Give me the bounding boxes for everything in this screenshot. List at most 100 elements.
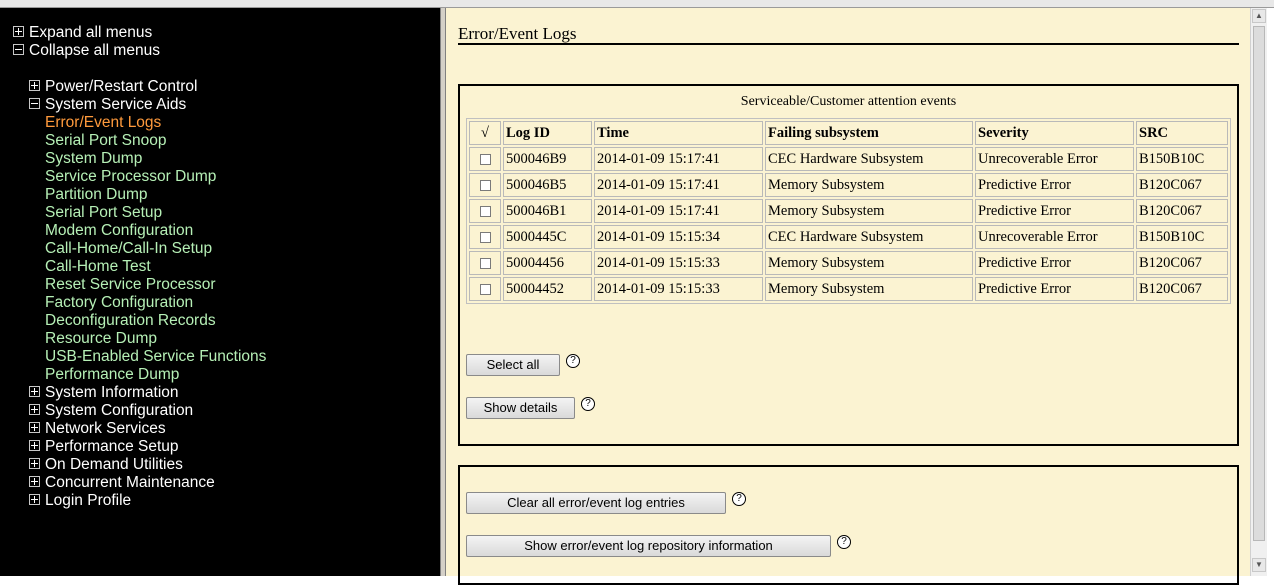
log-id-cell: 500046B5 bbox=[503, 173, 592, 197]
select-column-header[interactable]: √ bbox=[469, 121, 501, 145]
row-checkbox-cell bbox=[469, 251, 501, 275]
row-checkbox-cell bbox=[469, 199, 501, 223]
window-right-edge bbox=[1267, 8, 1274, 576]
row-checkbox[interactable] bbox=[479, 257, 491, 269]
row-checkbox-cell bbox=[469, 225, 501, 249]
table-header-row: √ Log ID Time Failing subsystem Severity… bbox=[469, 121, 1228, 145]
severity-cell: Predictive Error bbox=[975, 251, 1134, 275]
severity-cell: Predictive Error bbox=[975, 173, 1134, 197]
expand-all-menus-link[interactable]: Expand all menus bbox=[13, 24, 152, 42]
menu-system-information[interactable]: System Information bbox=[29, 384, 179, 402]
menu-performance-setup[interactable]: Performance Setup bbox=[29, 438, 179, 456]
severity-cell: Predictive Error bbox=[975, 277, 1134, 301]
time-cell: 2014-01-09 15:15:33 bbox=[594, 251, 763, 275]
submenu-factory-configuration[interactable]: Factory Configuration bbox=[45, 294, 193, 312]
submenu-serial-port-snoop[interactable]: Serial Port Snoop bbox=[45, 132, 167, 150]
time-cell: 2014-01-09 15:15:34 bbox=[594, 225, 763, 249]
column-header-src: SRC bbox=[1136, 121, 1228, 145]
menu-power-restart-control[interactable]: Power/Restart Control bbox=[29, 78, 197, 96]
menu-network-services[interactable]: Network Services bbox=[29, 420, 166, 438]
submenu-partition-dump[interactable]: Partition Dump bbox=[45, 186, 148, 204]
failing-subsystem-cell: CEC Hardware Subsystem bbox=[765, 147, 973, 171]
help-icon[interactable]: ? bbox=[732, 492, 746, 506]
table-row: 500046B1 2014-01-09 15:17:41 Memory Subs… bbox=[469, 199, 1228, 223]
clear-all-log-entries-button[interactable]: Clear all error/event log entries bbox=[466, 492, 726, 514]
submenu-call-home-test[interactable]: Call-Home Test bbox=[45, 258, 151, 276]
menu-label: Login Profile bbox=[45, 492, 132, 509]
log-id-cell: 500046B9 bbox=[503, 147, 592, 171]
time-cell: 2014-01-09 15:17:41 bbox=[594, 199, 763, 223]
time-cell: 2014-01-09 15:17:41 bbox=[594, 147, 763, 171]
collapse-all-menus-link[interactable]: Collapse all menus bbox=[13, 42, 160, 60]
menu-system-service-aids[interactable]: System Service Aids bbox=[29, 96, 186, 114]
scrollbar-thumb[interactable] bbox=[1253, 26, 1265, 541]
show-log-repository-button[interactable]: Show error/event log repository informat… bbox=[466, 535, 831, 557]
menu-label: System Service Aids bbox=[45, 96, 187, 113]
src-cell: B150B10C bbox=[1136, 147, 1228, 171]
menu-label: System Configuration bbox=[45, 402, 194, 419]
failing-subsystem-cell: CEC Hardware Subsystem bbox=[765, 225, 973, 249]
window-top-border bbox=[0, 0, 1274, 8]
submenu-resource-dump[interactable]: Resource Dump bbox=[45, 330, 157, 348]
row-checkbox-cell bbox=[469, 173, 501, 197]
src-cell: B120C067 bbox=[1136, 277, 1228, 301]
row-checkbox[interactable] bbox=[479, 179, 491, 191]
help-icon[interactable]: ? bbox=[566, 354, 580, 368]
submenu-system-dump[interactable]: System Dump bbox=[45, 150, 142, 168]
minus-icon bbox=[13, 44, 24, 55]
events-caption: Serviceable/Customer attention events bbox=[740, 94, 957, 109]
plus-icon bbox=[29, 386, 40, 397]
help-icon[interactable]: ? bbox=[581, 397, 595, 411]
plus-icon bbox=[29, 458, 40, 469]
src-cell: B150B10C bbox=[1136, 225, 1228, 249]
row-checkbox-cell bbox=[469, 147, 501, 171]
column-header-failing-subsystem: Failing subsystem bbox=[765, 121, 973, 145]
table-row: 50004456 2014-01-09 15:15:33 Memory Subs… bbox=[469, 251, 1228, 275]
log-actions-panel: Clear all error/event log entries ? Show… bbox=[458, 465, 1239, 585]
row-checkbox[interactable] bbox=[479, 153, 491, 165]
collapse-all-label: Collapse all menus bbox=[29, 42, 160, 59]
menu-on-demand-utilities[interactable]: On Demand Utilities bbox=[29, 456, 183, 474]
vertical-scrollbar[interactable]: ▲ ▼ bbox=[1250, 8, 1267, 576]
column-header-log-id: Log ID bbox=[503, 121, 592, 145]
submenu-deconfiguration-records[interactable]: Deconfiguration Records bbox=[45, 312, 216, 330]
show-details-button[interactable]: Show details bbox=[466, 397, 575, 419]
submenu-modem-configuration[interactable]: Modem Configuration bbox=[45, 222, 193, 240]
minus-icon bbox=[29, 98, 40, 109]
time-cell: 2014-01-09 15:15:33 bbox=[594, 277, 763, 301]
table-row: 500046B5 2014-01-09 15:17:41 Memory Subs… bbox=[469, 173, 1228, 197]
row-checkbox[interactable] bbox=[479, 231, 491, 243]
submenu-serial-port-setup[interactable]: Serial Port Setup bbox=[45, 204, 162, 222]
title-divider bbox=[458, 43, 1239, 45]
submenu-reset-service-processor[interactable]: Reset Service Processor bbox=[45, 276, 216, 294]
src-cell: B120C067 bbox=[1136, 173, 1228, 197]
scroll-up-arrow-icon[interactable]: ▲ bbox=[1252, 9, 1266, 23]
page-title: Error/Event Logs bbox=[458, 24, 577, 43]
menu-concurrent-maintenance[interactable]: Concurrent Maintenance bbox=[29, 474, 215, 492]
failing-subsystem-cell: Memory Subsystem bbox=[765, 173, 973, 197]
menu-login-profile[interactable]: Login Profile bbox=[29, 492, 131, 510]
menu-label: Power/Restart Control bbox=[45, 78, 198, 95]
failing-subsystem-cell: Memory Subsystem bbox=[765, 251, 973, 275]
submenu-service-processor-dump[interactable]: Service Processor Dump bbox=[45, 168, 216, 186]
submenu-usb-enabled-service-functions[interactable]: USB-Enabled Service Functions bbox=[45, 348, 266, 366]
events-table: √ Log ID Time Failing subsystem Severity… bbox=[466, 118, 1231, 304]
row-checkbox[interactable] bbox=[479, 205, 491, 217]
submenu-error-event-logs[interactable]: Error/Event Logs bbox=[45, 114, 161, 132]
menu-label: Network Services bbox=[45, 420, 166, 437]
failing-subsystem-cell: Memory Subsystem bbox=[765, 199, 973, 223]
row-checkbox[interactable] bbox=[479, 283, 491, 295]
menu-label: Concurrent Maintenance bbox=[45, 474, 215, 491]
table-row: 5000445C 2014-01-09 15:15:34 CEC Hardwar… bbox=[469, 225, 1228, 249]
submenu-performance-dump[interactable]: Performance Dump bbox=[45, 366, 179, 384]
log-id-cell: 5000445C bbox=[503, 225, 592, 249]
log-id-cell: 50004452 bbox=[503, 277, 592, 301]
submenu-call-home-call-in-setup[interactable]: Call-Home/Call-In Setup bbox=[45, 240, 212, 258]
select-all-button[interactable]: Select all bbox=[466, 354, 560, 376]
help-icon[interactable]: ? bbox=[837, 535, 851, 549]
scroll-down-arrow-icon[interactable]: ▼ bbox=[1252, 558, 1266, 572]
table-row: 50004452 2014-01-09 15:15:33 Memory Subs… bbox=[469, 277, 1228, 301]
menu-system-configuration[interactable]: System Configuration bbox=[29, 402, 193, 420]
plus-icon bbox=[29, 494, 40, 505]
navigation-panel: Expand all menus Collapse all menus Powe… bbox=[0, 8, 440, 576]
